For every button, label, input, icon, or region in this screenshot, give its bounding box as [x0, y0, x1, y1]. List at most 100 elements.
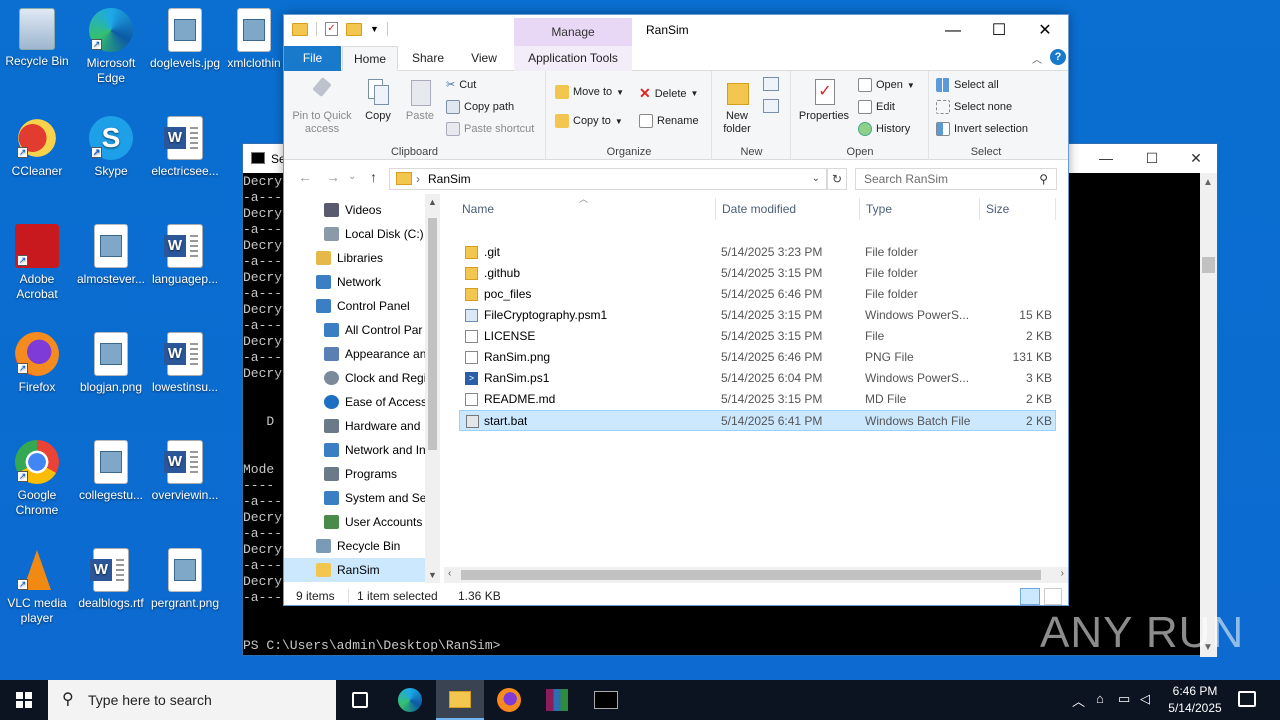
console-close-button[interactable]: ✕ — [1173, 144, 1219, 173]
desktop-icon-google-chrome[interactable]: ↗ Google Chrome — [2, 440, 72, 518]
search-input[interactable]: Search RanSim ⚲ — [855, 168, 1057, 190]
up-icon[interactable]: ↑ — [370, 169, 377, 185]
breadcrumb[interactable]: RanSim — [428, 172, 471, 186]
column-header-name[interactable]: Name — [459, 198, 716, 220]
manage-context-tab[interactable]: Manage — [514, 18, 632, 46]
desktop-icon-pergrant[interactable]: pergrant.png — [150, 548, 220, 611]
scroll-up-icon[interactable]: ▲ — [1203, 177, 1213, 188]
nav-item-local-disk[interactable]: Local Disk (C:) — [284, 222, 425, 246]
taskbar-winrar[interactable] — [533, 680, 581, 720]
console-scroll-thumb[interactable] — [1202, 257, 1215, 273]
horizontal-scroll-thumb[interactable] — [461, 570, 1041, 580]
nav-scroll-thumb[interactable] — [428, 218, 437, 450]
file-row[interactable]: .git 5/14/2025 3:23 PM File folder — [459, 242, 1056, 263]
new-item-icon[interactable] — [763, 77, 779, 91]
paste-shortcut-button[interactable]: Paste shortcut — [446, 122, 534, 136]
new-folder-button[interactable]: New folder — [717, 77, 757, 136]
nav-item-libraries[interactable]: Libraries — [284, 246, 425, 270]
nav-item-ransim[interactable]: RanSim — [284, 558, 425, 582]
forward-icon[interactable]: → — [326, 169, 340, 185]
taskbar-edge[interactable] — [386, 680, 434, 720]
copy-button[interactable]: Copy — [358, 77, 398, 123]
file-row[interactable]: > RanSim.ps1 5/14/2025 6:04 PM Windows P… — [459, 368, 1056, 389]
minimize-button[interactable]: — — [930, 15, 976, 46]
network-icon[interactable]: ⌂ — [1096, 691, 1104, 706]
desktop-icon-blogjan[interactable]: blogjan.png — [76, 332, 146, 395]
help-icon[interactable]: ? — [1050, 49, 1066, 65]
start-button[interactable] — [0, 680, 48, 720]
nav-item-hardware[interactable]: Hardware and — [284, 414, 425, 438]
nav-item-control-panel[interactable]: Control Panel — [284, 294, 425, 318]
nav-item-user-accounts[interactable]: User Accounts — [284, 510, 425, 534]
scroll-up-icon[interactable]: ▲ — [428, 197, 437, 207]
desktop-icon-overviewin[interactable]: overviewin... — [150, 440, 220, 503]
nav-scrollbar[interactable]: ▲ ▼ — [425, 194, 440, 583]
nav-item-recycle-bin[interactable]: Recycle Bin — [284, 534, 425, 558]
edit-button[interactable]: Edit — [858, 100, 895, 114]
explorer-titlebar[interactable]: ✓ ▼ Manage RanSim — ☐ ✕ — [284, 15, 1068, 46]
tab-view[interactable]: View — [460, 46, 508, 71]
properties-icon[interactable]: ✓ — [325, 22, 338, 36]
large-icons-view-icon[interactable] — [1044, 588, 1062, 605]
desktop-icon-firefox[interactable]: ↗ Firefox — [2, 332, 72, 395]
notifications-icon[interactable] — [1238, 691, 1256, 707]
new-folder-icon[interactable] — [346, 22, 362, 36]
scroll-left-icon[interactable]: ‹ — [448, 568, 451, 579]
desktop-icon-lowestinsu[interactable]: lowestinsu... — [150, 332, 220, 395]
file-explorer-window[interactable]: ✓ ▼ Manage RanSim — ☐ ✕ File Home Share … — [283, 14, 1069, 606]
nav-item-videos[interactable]: Videos — [284, 198, 425, 222]
customize-qat-icon[interactable]: ▼ — [370, 24, 379, 34]
column-header-type[interactable]: Type — [861, 198, 980, 220]
desktop-icon-almostever[interactable]: almostever... — [76, 224, 146, 287]
desktop-icon-doglevels[interactable]: doglevels.jpg — [150, 8, 220, 71]
desktop-icon-edge[interactable]: ↗ Microsoft Edge — [76, 8, 146, 86]
file-row[interactable]: RanSim.png 5/14/2025 6:46 PM PNG File 13… — [459, 347, 1056, 368]
file-row[interactable]: poc_files 5/14/2025 6:46 PM File folder — [459, 284, 1056, 305]
console-minimize-button[interactable]: — — [1083, 144, 1129, 173]
desktop-icon-collegestu[interactable]: collegestu... — [76, 440, 146, 503]
desktop-icon-vlc[interactable]: ↗ VLC media player — [2, 548, 72, 626]
refresh-icon[interactable]: ↻ — [827, 168, 847, 190]
taskbar-terminal[interactable] — [582, 680, 630, 720]
taskbar-search[interactable]: ⚲ Type here to search — [48, 680, 336, 720]
back-icon[interactable]: ← — [298, 169, 312, 185]
collapse-ribbon-icon[interactable]: ︿ — [1032, 51, 1042, 66]
cut-button[interactable]: ✂ Cut — [446, 78, 476, 92]
rename-button[interactable]: Rename — [639, 114, 699, 128]
horizontal-scrollbar[interactable]: ‹ › — [444, 567, 1068, 583]
desktop-icon-languagep[interactable]: languagep... — [150, 224, 220, 287]
file-row[interactable]: LICENSE 5/14/2025 3:15 PM File 2 KB — [459, 326, 1056, 347]
file-row[interactable]: start.bat 5/14/2025 6:41 PM Windows Batc… — [459, 410, 1056, 431]
nav-item-all-control-panel[interactable]: All Control Par — [284, 318, 425, 342]
taskbar-file-explorer[interactable] — [436, 680, 484, 720]
pin-quick-access-button[interactable]: Pin to Quick access — [290, 77, 354, 136]
desktop-icon-recycle-bin[interactable]: Recycle Bin — [2, 8, 72, 69]
details-view-icon[interactable] — [1020, 588, 1040, 605]
easy-access-icon[interactable] — [763, 99, 779, 113]
desktop-icon-dealblogs[interactable]: dealblogs.rtf — [76, 548, 146, 611]
nav-item-system-security[interactable]: System and Sec — [284, 486, 425, 510]
console-maximize-button[interactable]: ☐ — [1129, 144, 1175, 173]
move-to-button[interactable]: Move to ▼ — [555, 85, 624, 99]
desktop-icon-adobe-acrobat[interactable]: ↗ Adobe Acrobat — [2, 224, 72, 302]
select-none-button[interactable]: Select none — [936, 100, 1012, 114]
nav-item-appearance[interactable]: Appearance an — [284, 342, 425, 366]
file-row[interactable]: .github 5/14/2025 3:15 PM File folder — [459, 263, 1056, 284]
scroll-right-icon[interactable]: › — [1061, 568, 1064, 579]
history-button[interactable]: History — [858, 122, 910, 136]
nav-item-programs[interactable]: Programs — [284, 462, 425, 486]
file-row[interactable]: FileCryptography.psm1 5/14/2025 3:15 PM … — [459, 305, 1056, 326]
address-dropdown-icon[interactable]: ⌄ — [812, 169, 820, 189]
paste-button[interactable]: Paste — [400, 77, 440, 123]
tab-home[interactable]: Home — [342, 46, 398, 71]
desktop-icon-xmlclothin[interactable]: xmlclothin — [224, 8, 284, 71]
console-scrollbar[interactable]: ▲ ▼ — [1200, 173, 1217, 657]
open-button[interactable]: Open ▼ — [858, 78, 915, 92]
tab-share[interactable]: Share — [404, 46, 452, 71]
tab-file[interactable]: File — [284, 46, 341, 71]
copy-path-button[interactable]: Copy path — [446, 100, 514, 114]
tab-application-tools[interactable]: Application Tools — [514, 46, 632, 71]
desktop-icon-ccleaner[interactable]: ↗ CCleaner — [2, 116, 72, 179]
recent-locations-icon[interactable]: ⌄ — [348, 171, 356, 182]
task-view-button[interactable] — [336, 680, 384, 720]
